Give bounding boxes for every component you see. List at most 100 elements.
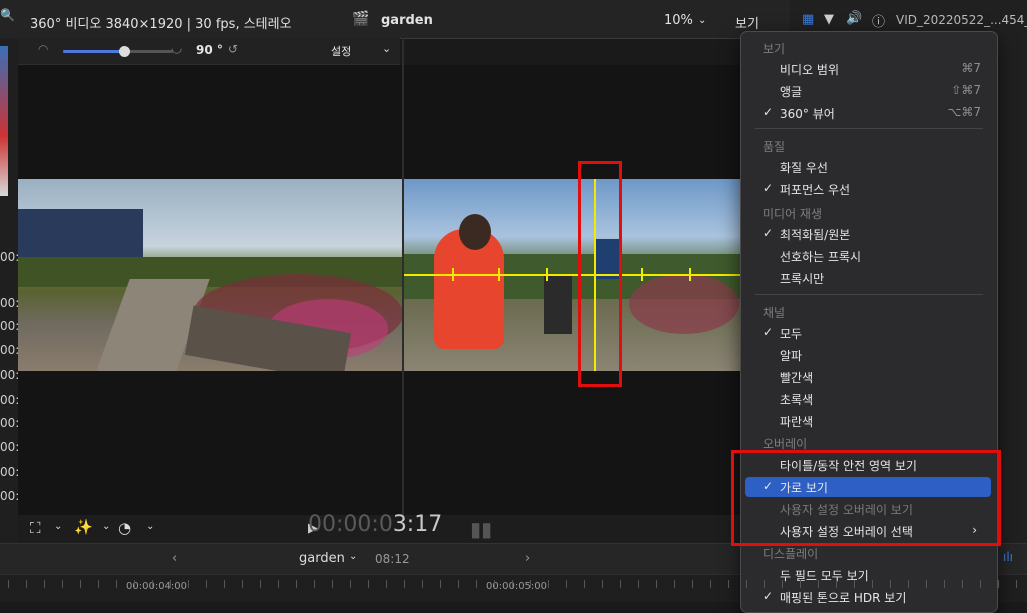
menu-item-proxy-only[interactable]: 프록시만 (745, 268, 991, 288)
format-info: 360° 비디오 3840×1920 | 30 fps, 스테레오 (30, 17, 292, 32)
ruler-tick (386, 580, 387, 588)
back-arrow-icon[interactable]: ‹ (172, 551, 177, 566)
speed-icon[interactable]: ◔ (118, 519, 131, 537)
menu-item-performance-first[interactable]: ✓ 퍼포먼스 우선 (745, 179, 991, 199)
audio-meter-icon[interactable]: ılı (1003, 550, 1013, 564)
ruler-tick (44, 580, 45, 588)
checkmark-icon: ✓ (763, 325, 774, 339)
section-media-playback: 미디어 재생 (763, 207, 823, 221)
annotation-box (731, 450, 1001, 546)
menu-item-360-viewer[interactable]: ✓ 360° 뷰어 ⌥⌘7 (745, 103, 991, 123)
ruler-tick (710, 580, 711, 588)
chevron-down-icon[interactable]: ⌄ (146, 521, 154, 532)
viewer-controls: ◠ ◡ 90 ° ↺ 설정 ⌄ (18, 38, 400, 65)
ruler-tick (314, 580, 315, 588)
menu-item-optimized-original[interactable]: ✓ 최적화됨/원본 (745, 224, 991, 244)
timecode-bright: 3:17 (392, 512, 443, 537)
ruler-tick (1016, 580, 1017, 588)
ruler-tick (188, 580, 189, 588)
label: 파란색 (780, 415, 814, 429)
checkmark-icon: ✓ (763, 226, 774, 240)
horizon-tick (498, 268, 500, 281)
chevron-down-icon[interactable]: ⌄ (54, 521, 62, 532)
ruler-tick (602, 580, 603, 588)
shortcut: ⌥⌘7 (947, 105, 981, 119)
menu-item-green[interactable]: 초록색 (745, 389, 991, 409)
ruler-tick (530, 580, 531, 588)
thumbnail[interactable] (0, 46, 8, 196)
menu-item-alpha[interactable]: 알파 (745, 345, 991, 365)
chevron-down-icon[interactable]: ⌄ (102, 521, 110, 532)
fov-wide-icon: ◡ (171, 41, 183, 56)
ruler-tick (278, 580, 279, 588)
label: 매핑된 톤으로 HDR 보기 (780, 591, 907, 605)
chevron-down-icon[interactable]: ⌄ (698, 15, 706, 26)
menu-item-angle[interactable]: 앵글 ⇧⌘7 (745, 81, 991, 101)
ruler-tick (350, 580, 351, 588)
project-duration: 08:12 (375, 552, 410, 566)
clip-name: garden (381, 13, 433, 28)
film-icon[interactable]: ▦ (802, 12, 814, 27)
audio-icon[interactable]: 🔊 (846, 11, 862, 26)
ruler-tick (800, 580, 801, 588)
ruler-tick (674, 580, 675, 588)
ruler-tick (296, 580, 297, 588)
ruler-tick (638, 580, 639, 588)
label: 앵글 (780, 85, 803, 99)
ruler-tick (476, 580, 477, 588)
ruler-tick (620, 580, 621, 588)
ruler-tick (440, 580, 441, 588)
menu-item-all[interactable]: ✓ 모두 (745, 323, 991, 343)
project-name[interactable]: garden (299, 551, 345, 566)
filter-icon[interactable]: ▼ (824, 12, 834, 27)
view-menu[interactable]: 보기 (735, 13, 759, 32)
file-name: VID_20220522_...454_0 (896, 13, 1027, 27)
search-icon[interactable]: 🔍 (0, 8, 15, 22)
section-channels: 채널 (763, 306, 786, 320)
menu-item-red[interactable]: 빨간색 (745, 367, 991, 387)
slider-thumb[interactable] (119, 46, 130, 57)
transform-icon[interactable]: ⛶ (30, 519, 41, 537)
ruler-tick (692, 580, 693, 588)
info-icon[interactable]: ⓘ (872, 11, 885, 30)
ruler-tick (404, 580, 405, 588)
ruler-tick (728, 580, 729, 588)
chevron-down-icon[interactable]: ⌄ (349, 551, 357, 562)
horizon-tick (641, 268, 643, 281)
shortcut: ⇧⌘7 (951, 83, 981, 97)
checkmark-icon: ✓ (763, 181, 774, 195)
section-view: 보기 (763, 42, 786, 56)
label: 화질 우선 (780, 161, 828, 175)
ruler-tick (926, 580, 927, 588)
chevron-down-icon[interactable]: ⌄ (382, 42, 391, 55)
label: 360° 뷰어 (780, 107, 835, 121)
ruler-tick (566, 580, 567, 588)
ruler-tick (134, 580, 135, 588)
menu-item-blue[interactable]: 파란색 (745, 411, 991, 431)
ruler-tick (98, 580, 99, 588)
magic-wand-icon[interactable]: ✨ (74, 518, 93, 536)
ruler-tick (998, 580, 999, 588)
ruler-tick (458, 580, 459, 588)
ruler-tick (224, 580, 225, 588)
separator (755, 294, 983, 295)
reset-icon[interactable]: ↺ (228, 42, 238, 56)
360-viewer-image (18, 179, 402, 371)
horizon-tick (452, 268, 454, 281)
menu-item-preferred-proxy[interactable]: 선호하는 프록시 (745, 246, 991, 266)
zoom-menu[interactable]: 10% (664, 13, 693, 28)
fov-slider[interactable] (63, 46, 173, 57)
settings-menu[interactable]: 설정 (331, 43, 351, 59)
annotation-box (578, 161, 622, 387)
ruler-tick (368, 580, 369, 588)
label: 최적화됨/원본 (780, 228, 851, 242)
ruler-tick (206, 580, 207, 588)
ruler-tick (26, 580, 27, 588)
menu-item-video-scope[interactable]: 비디오 범위 ⌘7 (745, 59, 991, 79)
ruler-label: 00:00:05:00 (486, 581, 548, 592)
ruler-tick (854, 580, 855, 588)
angle-value[interactable]: 90 ° (196, 43, 223, 57)
menu-item-quality-first[interactable]: 화질 우선 (745, 157, 991, 177)
menu-item-hdr-tone-mapped[interactable]: ✓ 매핑된 톤으로 HDR 보기 (745, 587, 991, 607)
forward-arrow-icon[interactable]: › (525, 551, 530, 566)
